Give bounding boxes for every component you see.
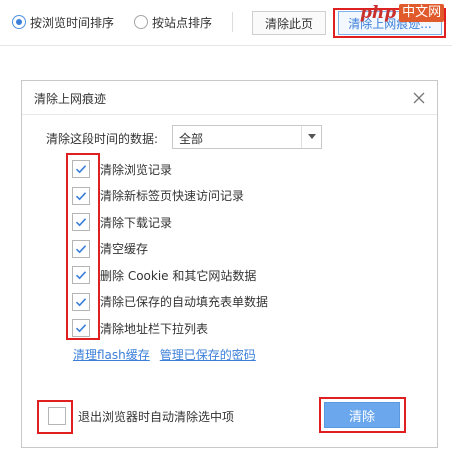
option-label: 清除地址栏下拉列表 — [100, 321, 209, 336]
option-checkbox[interactable] — [72, 266, 90, 284]
time-range-value: 全部 — [179, 132, 204, 146]
close-icon[interactable] — [411, 90, 427, 106]
clear-option-row[interactable]: 清除地址栏下拉列表 — [72, 318, 208, 338]
watermark-logo: php 中文网 — [360, 0, 445, 26]
sort-by-site-radio[interactable]: 按站点排序 — [134, 13, 212, 31]
option-label: 清除新标签页快速访问记录 — [100, 189, 245, 203]
option-label: 删除 Cookie 和其它网站数据 — [100, 268, 257, 283]
dialog-titlebar: 清除上网痕迹 — [22, 81, 437, 115]
option-checkbox[interactable] — [72, 160, 90, 178]
checkmark-icon — [75, 244, 87, 253]
option-label: 清除浏览记录 — [100, 162, 173, 177]
option-checkbox[interactable] — [72, 239, 90, 258]
checkmark-icon — [75, 191, 87, 200]
option-checkbox[interactable] — [72, 292, 90, 311]
option-label: 清除下载记录 — [100, 215, 173, 230]
chevron-down-icon — [301, 126, 321, 148]
auto-clear-label: 退出浏览器时自动清除选中项 — [78, 409, 235, 424]
sort-by-site-label: 按站点排序 — [152, 15, 213, 30]
time-range-label: 清除这段时间的数据: — [46, 132, 159, 146]
radio-unselected-icon — [134, 15, 148, 29]
sort-by-time-label: 按浏览时间排序 — [30, 15, 115, 30]
dialog-title: 清除上网痕迹 — [34, 92, 107, 106]
clear-option-row[interactable]: 清除浏览记录 — [72, 159, 172, 179]
clear-option-row[interactable]: 清除下载记录 — [72, 212, 172, 232]
auto-clear-option[interactable]: 退出浏览器时自动清除选中项 — [48, 405, 234, 427]
clear-option-row[interactable]: 删除 Cookie 和其它网站数据 — [72, 265, 256, 285]
history-page: 按浏览时间排序 按站点排序 清除此页 清除上网痕迹... php 中文网 清除上… — [0, 0, 452, 450]
option-label: 清空缓存 — [100, 242, 149, 256]
checkmark-icon — [75, 324, 87, 333]
dialog-links: 清理flash缓存 管理已保存的密码 — [73, 346, 256, 363]
option-checkbox[interactable] — [72, 186, 90, 205]
manage-saved-passwords-link[interactable]: 管理已保存的密码 — [160, 346, 256, 363]
watermark-cn: 中文网 — [399, 4, 445, 22]
clear-page-button[interactable]: 清除此页 — [252, 11, 326, 35]
checkmark-icon — [75, 271, 87, 280]
clear-history-dialog: 清除上网痕迹 清除这段时间的数据: 全部 清除浏览记录 清除新标签页快速访问记录清… — [21, 80, 438, 448]
option-checkbox[interactable] — [72, 213, 90, 231]
toolbar-divider — [232, 12, 233, 32]
sort-by-time-radio[interactable]: 按浏览时间排序 — [12, 13, 114, 31]
clear-button[interactable]: 清除 — [324, 402, 400, 428]
radio-selected-icon — [12, 15, 26, 29]
option-label: 清除已保存的自动填充表单数据 — [100, 295, 269, 309]
clear-flash-cache-link[interactable]: 清理flash缓存 — [73, 346, 150, 363]
checkmark-icon — [75, 218, 87, 227]
clear-option-row[interactable]: 清除已保存的自动填充表单数据 — [72, 292, 268, 312]
checkmark-icon — [75, 297, 87, 306]
option-checkbox[interactable] — [72, 319, 90, 337]
clear-option-row[interactable]: 清除新标签页快速访问记录 — [72, 186, 244, 206]
auto-clear-checkbox[interactable] — [48, 407, 66, 425]
clear-option-row[interactable]: 清空缓存 — [72, 239, 148, 259]
watermark-php: php — [360, 3, 397, 23]
checkmark-icon — [75, 165, 87, 174]
time-range-select[interactable]: 全部 — [172, 125, 322, 149]
